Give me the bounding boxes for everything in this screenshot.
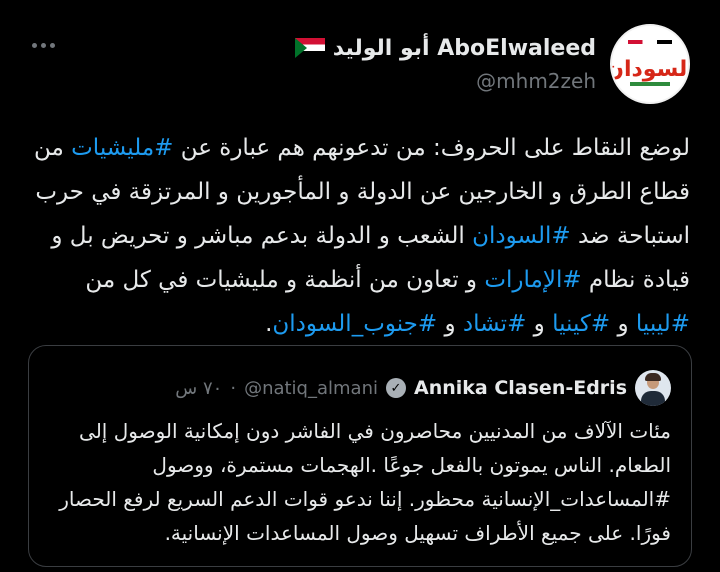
separator-dot: · (230, 377, 237, 399)
avatar-logo-bar (630, 82, 670, 86)
display-name[interactable]: AboElwaleed أبو الوليد (333, 36, 596, 61)
hashtag-link[interactable]: #الإمارات (484, 267, 581, 293)
name-row: AboElwaleed أبو الوليد (294, 36, 596, 61)
tweet-text-segment: و (526, 311, 553, 337)
more-dot-icon (31, 42, 37, 48)
hashtag-link[interactable]: #جنوب_السودان (272, 311, 437, 337)
quote-author-handle: @natiq_almani (244, 377, 378, 399)
quote-avatar[interactable] (635, 370, 671, 406)
author-names: AboElwaleed أبو الوليد @mhm2zeh (294, 36, 596, 93)
tweet-text-segment: و تعاون من أنظمة و مليشيات في كل من (85, 267, 485, 293)
hashtag-link[interactable]: #مليشيات (71, 135, 173, 161)
hashtag-link[interactable]: #السودان (472, 223, 571, 249)
quote-body: مئات الآلاف من المدنيين محاصرون في الفاش… (59, 419, 671, 545)
quoted-tweet[interactable]: Annika Clasen-Edris ✓ @natiq_almani · ٧٠… (28, 345, 692, 567)
avatar-logo-text: السودان (610, 56, 688, 82)
sudan-flag-icon (294, 38, 325, 58)
avatar-body-shape (641, 391, 665, 406)
hashtag-link[interactable]: #تشاد (463, 311, 526, 337)
author-handle[interactable]: @mhm2zeh (476, 69, 596, 93)
quote-header: Annika Clasen-Edris ✓ @natiq_almani · ٧٠… (175, 368, 671, 408)
more-dot-icon (40, 42, 46, 48)
avatar-hair-shape (645, 373, 661, 381)
tweet-text-segment: لوضع النقاط على الحروف: من تدعونهم هم عب… (173, 135, 690, 161)
tweet-header: السودان AboElwaleed أبو الوليد @mhm2zeh (294, 24, 690, 104)
hashtag-link[interactable]: #ليبيا (636, 311, 690, 337)
more-dot-icon (49, 42, 55, 48)
avatar[interactable]: السودان (610, 24, 690, 104)
hashtag-link[interactable]: #كينيا (552, 311, 610, 337)
quote-author-name[interactable]: Annika Clasen-Edris (414, 377, 627, 399)
verified-badge-icon: ✓ (386, 378, 406, 398)
tweet-text-segment: و (610, 311, 636, 337)
tweet-body: لوضع النقاط على الحروف: من تدعونهم هم عب… (28, 126, 690, 346)
tweet-text-segment: و (437, 311, 463, 337)
more-options-button[interactable] (28, 30, 58, 60)
quote-timestamp[interactable]: ٧٠ س (175, 378, 222, 399)
avatar-flag-stripe (628, 40, 672, 44)
